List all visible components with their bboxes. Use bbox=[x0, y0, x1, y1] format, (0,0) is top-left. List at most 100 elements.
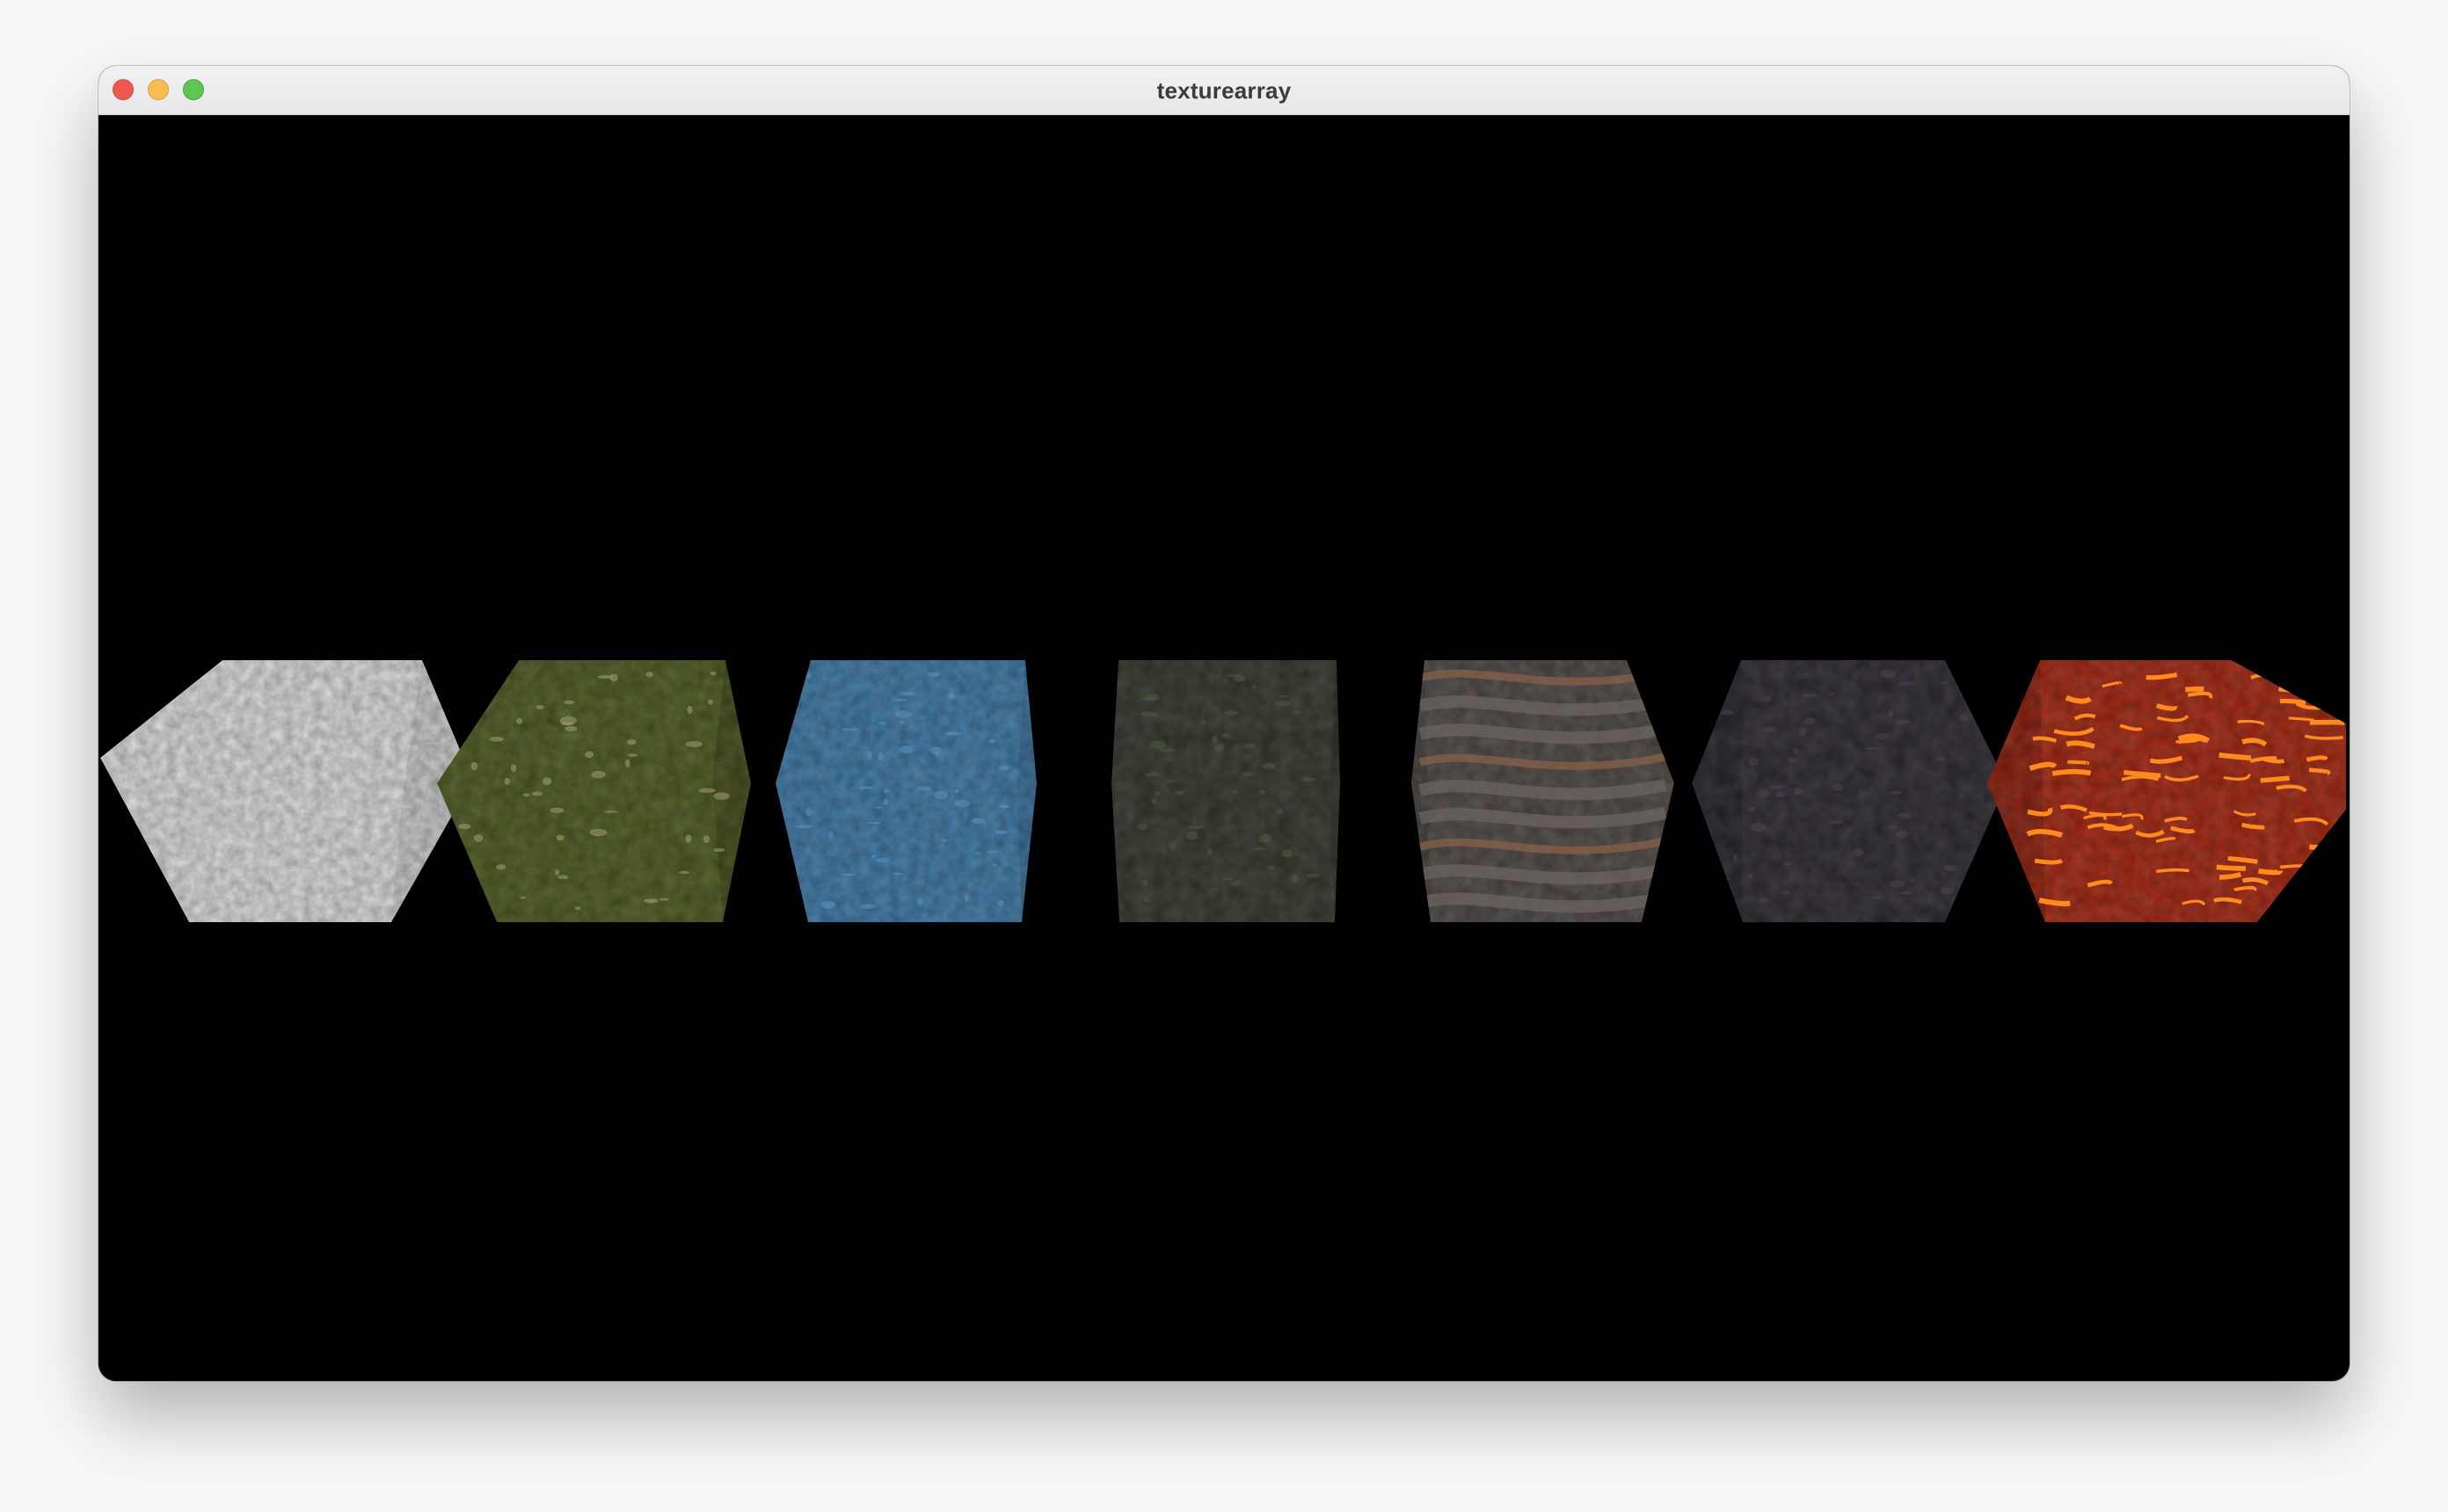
texture-speck bbox=[883, 788, 890, 794]
texture-speck bbox=[842, 873, 856, 876]
texture-speck bbox=[2260, 775, 2290, 783]
texture-speck bbox=[536, 705, 544, 709]
texture-speck bbox=[137, 840, 155, 843]
texture-speck bbox=[948, 693, 955, 700]
texture-speck bbox=[385, 834, 395, 838]
texture-speck bbox=[868, 751, 872, 760]
texture-speck bbox=[997, 899, 1005, 907]
texture-speck bbox=[515, 717, 523, 724]
texture-speck bbox=[409, 832, 422, 840]
cube-gravel bbox=[1692, 660, 2007, 922]
texture-speck bbox=[1252, 684, 1257, 689]
texture-speck bbox=[564, 700, 575, 705]
texture-speck bbox=[994, 830, 1008, 834]
texture-speck bbox=[424, 700, 432, 704]
texture-speck bbox=[988, 738, 996, 744]
texture-speck bbox=[1890, 790, 1903, 795]
texture-speck bbox=[219, 734, 230, 741]
texture-speck bbox=[555, 869, 560, 876]
texture-speck bbox=[297, 716, 310, 719]
texture-speck bbox=[1221, 733, 1230, 738]
texture-speck bbox=[713, 847, 725, 853]
cube-grass bbox=[437, 660, 751, 922]
cube-scene bbox=[100, 660, 2346, 922]
texture-speck bbox=[1234, 674, 1246, 682]
texture-speck bbox=[1887, 709, 1894, 717]
texture-speck bbox=[1243, 743, 1257, 748]
texture-speck bbox=[954, 799, 970, 807]
texture-speck bbox=[288, 720, 302, 724]
texture-speck bbox=[944, 731, 963, 736]
texture-speck bbox=[627, 753, 638, 757]
texture-speck bbox=[264, 895, 269, 902]
texture-speck bbox=[496, 864, 506, 870]
texture-speck bbox=[346, 694, 361, 701]
texture-speck bbox=[1262, 763, 1277, 769]
texture-speck bbox=[1149, 740, 1167, 750]
texture-speck bbox=[644, 898, 659, 904]
texture-speck bbox=[1898, 681, 1915, 686]
texture-speck bbox=[1733, 854, 1738, 861]
texture-speck bbox=[1140, 711, 1158, 716]
texture-speck bbox=[2156, 868, 2189, 874]
cube-snow bbox=[100, 660, 470, 922]
texture-speck bbox=[1223, 710, 1239, 716]
texture-speck bbox=[1176, 789, 1184, 796]
texture-speck bbox=[565, 725, 578, 732]
texture-speck bbox=[1301, 777, 1317, 782]
texture-speck bbox=[710, 671, 717, 676]
texture-speck bbox=[1879, 670, 1897, 679]
texture-speck bbox=[346, 869, 361, 879]
texture-speck bbox=[184, 801, 197, 805]
texture-speck bbox=[1896, 720, 1912, 724]
texture-speck bbox=[2278, 687, 2299, 694]
cube-texture-highlight bbox=[1692, 660, 2007, 922]
texture-speck bbox=[973, 852, 982, 855]
texture-speck bbox=[1748, 873, 1752, 880]
texture-speck bbox=[1207, 848, 1213, 855]
texture-speck bbox=[1214, 744, 1225, 752]
texture-speck bbox=[474, 834, 484, 842]
texture-speck bbox=[999, 765, 1010, 771]
texture-speck bbox=[1254, 847, 1266, 851]
texture-speck bbox=[253, 709, 268, 714]
texture-speck bbox=[156, 735, 168, 738]
texture-speck bbox=[685, 741, 703, 748]
title-bar[interactable]: texturearray bbox=[98, 66, 2350, 115]
texture-speck bbox=[1187, 825, 1204, 830]
texture-speck bbox=[1137, 823, 1148, 831]
texture-speck bbox=[1802, 694, 1818, 698]
texture-speck bbox=[1231, 825, 1235, 828]
texture-speck bbox=[556, 834, 565, 841]
cube-rock-strata bbox=[1411, 660, 1674, 922]
render-viewport[interactable] bbox=[98, 115, 2350, 1381]
texture-speck bbox=[2034, 858, 2064, 865]
texture-speck bbox=[557, 875, 569, 880]
texture-speck bbox=[339, 770, 345, 774]
texture-speck bbox=[253, 748, 271, 757]
texture-speck bbox=[1757, 789, 1768, 797]
texture-speck bbox=[574, 906, 581, 910]
texture-speck bbox=[875, 857, 888, 863]
texture-speck bbox=[351, 721, 356, 729]
texture-speck bbox=[708, 699, 713, 705]
texture-speck bbox=[1186, 831, 1198, 840]
texture-speck bbox=[324, 672, 338, 676]
texture-speck bbox=[585, 751, 594, 759]
texture-speck bbox=[291, 790, 299, 797]
texture-speck bbox=[2269, 903, 2308, 911]
texture-speck bbox=[1780, 890, 1790, 895]
texture-speck bbox=[522, 793, 530, 797]
texture-speck bbox=[1751, 823, 1767, 832]
texture-speck bbox=[1940, 886, 1955, 895]
texture-speck bbox=[659, 898, 670, 901]
window-title: texturearray bbox=[1156, 77, 1292, 104]
texture-speck bbox=[1797, 727, 1808, 736]
texture-speck bbox=[1889, 880, 1905, 888]
texture-speck bbox=[954, 789, 959, 794]
texture-speck bbox=[1934, 756, 1946, 761]
texture-speck bbox=[353, 756, 357, 760]
texture-speck bbox=[1829, 819, 1844, 825]
texture-speck bbox=[603, 811, 619, 813]
texture-speck bbox=[273, 896, 279, 901]
